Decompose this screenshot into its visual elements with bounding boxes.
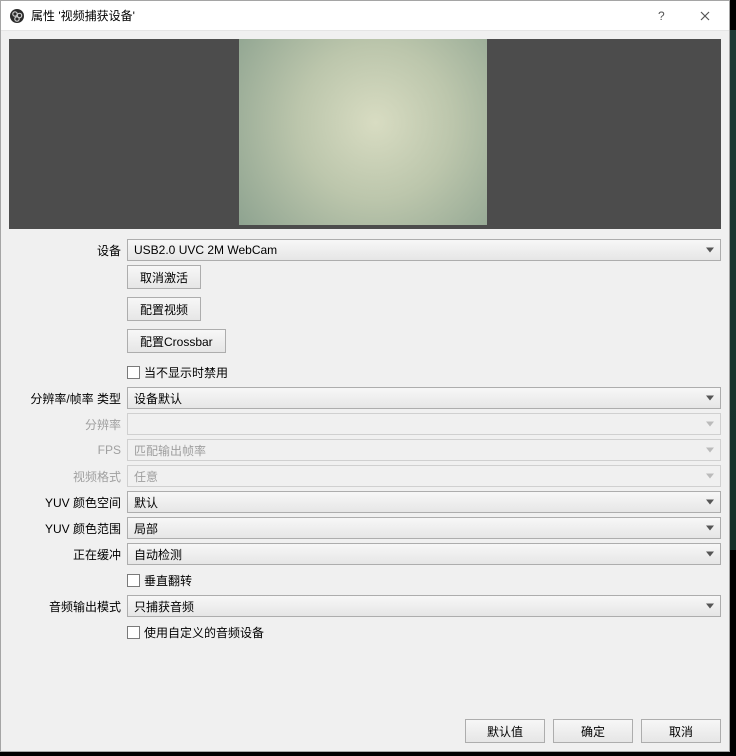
- fps-select: 匹配输出帧率: [127, 439, 721, 461]
- cancel-button[interactable]: 取消: [641, 719, 721, 743]
- restype-label: 分辨率/帧率 类型: [9, 390, 127, 407]
- properties-dialog: 属性 '视频捕获设备' ? 设备 USB2.0 UVC 2M WebCam: [0, 0, 730, 752]
- dialog-content: 设备 USB2.0 UVC 2M WebCam 取消激活 配置视频 配置Cros…: [1, 31, 729, 711]
- configure-crossbar-button[interactable]: 配置Crossbar: [127, 329, 226, 353]
- chevron-down-icon: [706, 604, 714, 609]
- yuv-range-label: YUV 颜色范围: [9, 520, 127, 537]
- resolution-label: 分辨率: [9, 416, 127, 433]
- close-button[interactable]: [683, 2, 727, 30]
- chevron-down-icon: [706, 448, 714, 453]
- buffering-label: 正在缓冲: [9, 546, 127, 563]
- titlebar: 属性 '视频捕获设备' ?: [1, 1, 729, 31]
- deactivate-when-hidden-checkbox[interactable]: 当不显示时禁用: [127, 364, 228, 381]
- checkbox-icon: [127, 626, 140, 639]
- background-strip: [730, 30, 736, 550]
- chevron-down-icon: [706, 526, 714, 531]
- resolution-select: [127, 413, 721, 435]
- video-preview: [9, 39, 721, 229]
- ok-button[interactable]: 确定: [553, 719, 633, 743]
- help-button[interactable]: ?: [639, 2, 683, 30]
- chevron-down-icon: [706, 474, 714, 479]
- videoformat-select: 任意: [127, 465, 721, 487]
- audio-output-label: 音频输出模式: [9, 598, 127, 615]
- audio-output-select[interactable]: 只捕获音频: [127, 595, 721, 617]
- chevron-down-icon: [706, 422, 714, 427]
- obs-icon: [9, 8, 25, 24]
- videoformat-label: 视频格式: [9, 468, 127, 485]
- checkbox-icon: [127, 574, 140, 587]
- fps-label: FPS: [9, 443, 127, 457]
- chevron-down-icon: [706, 396, 714, 401]
- webcam-feed: [239, 39, 487, 225]
- yuv-space-select[interactable]: 默认: [127, 491, 721, 513]
- buffering-select[interactable]: 自动检测: [127, 543, 721, 565]
- chevron-down-icon: [706, 500, 714, 505]
- device-label: 设备: [9, 242, 127, 259]
- chevron-down-icon: [706, 248, 714, 253]
- configure-video-button[interactable]: 配置视频: [127, 297, 201, 321]
- window-title: 属性 '视频捕获设备': [31, 7, 639, 24]
- yuv-space-label: YUV 颜色空间: [9, 494, 127, 511]
- checkbox-icon: [127, 366, 140, 379]
- custom-audio-checkbox[interactable]: 使用自定义的音频设备: [127, 624, 264, 641]
- yuv-range-select[interactable]: 局部: [127, 517, 721, 539]
- properties-form: 设备 USB2.0 UVC 2M WebCam 取消激活 配置视频 配置Cros…: [9, 239, 721, 703]
- restype-select[interactable]: 设备默认: [127, 387, 721, 409]
- device-select[interactable]: USB2.0 UVC 2M WebCam: [127, 239, 721, 261]
- svg-text:?: ?: [658, 9, 665, 23]
- defaults-button[interactable]: 默认值: [465, 719, 545, 743]
- deactivate-button[interactable]: 取消激活: [127, 265, 201, 289]
- chevron-down-icon: [706, 552, 714, 557]
- flip-vertical-checkbox[interactable]: 垂直翻转: [127, 572, 192, 589]
- dialog-footer: 默认值 确定 取消: [1, 711, 729, 751]
